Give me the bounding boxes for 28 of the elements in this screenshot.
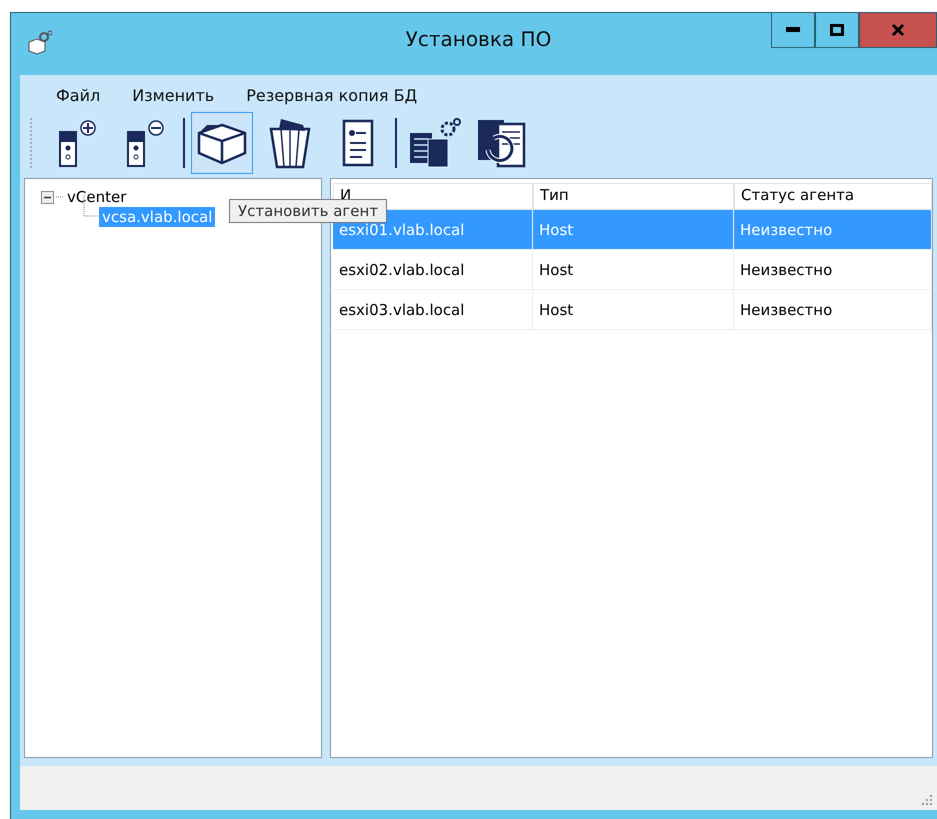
menu-item[interactable]: Изменить	[116, 83, 230, 108]
column-header[interactable]: Статус агента	[734, 183, 932, 210]
table-cell: Host	[533, 250, 734, 290]
table-cell: Неизвестно	[734, 210, 932, 250]
collapse-button[interactable]	[41, 190, 54, 204]
tooltip: Установить агент	[229, 199, 388, 223]
close-button[interactable]	[859, 12, 937, 48]
table-cell: Host	[533, 290, 734, 330]
table-cell: esxi03.vlab.local	[333, 290, 533, 330]
maximize-button[interactable]	[815, 12, 859, 48]
table-cell: Неизвестно	[734, 250, 932, 290]
wastebasket-icon	[267, 117, 313, 169]
minimize-button[interactable]	[771, 12, 815, 48]
maximize-icon	[830, 24, 844, 36]
app-icon	[26, 30, 52, 56]
close-icon	[891, 23, 905, 37]
table-cell: Host	[533, 210, 734, 250]
resize-grip-icon	[921, 794, 933, 806]
window-title: Установка ПО	[406, 27, 552, 51]
tree-item[interactable]: vCenter	[64, 187, 130, 207]
table-cell: esxi02.vlab.local	[333, 250, 533, 290]
tree-line-icon	[56, 196, 64, 198]
menu-item[interactable]: Резервная копия БД	[230, 83, 434, 108]
column-header[interactable]: Тип	[533, 183, 734, 210]
minimize-icon	[786, 27, 800, 33]
table-cell: Неизвестно	[734, 290, 932, 330]
menu-item[interactable]: Файл	[40, 83, 116, 108]
toolbar-button[interactable]	[191, 112, 253, 174]
